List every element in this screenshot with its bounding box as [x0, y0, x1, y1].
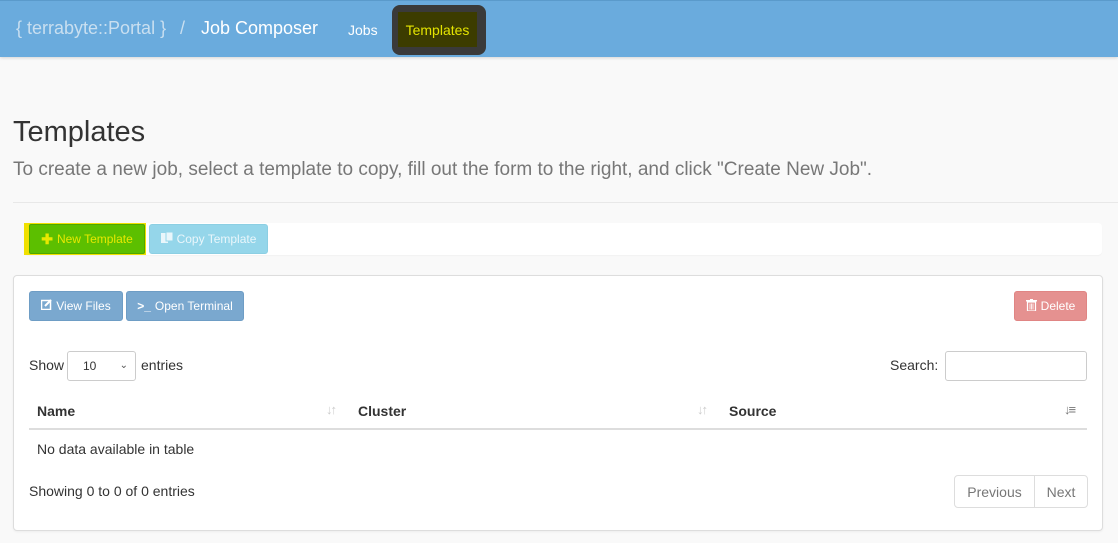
sort-desc-icon[interactable]: ↓≡	[1064, 402, 1076, 417]
open-terminal-button[interactable]: >_ Open Terminal	[126, 291, 244, 321]
page-subtitle: To create a new job, select a template t…	[13, 159, 873, 180]
copy-template-label: Copy Template	[176, 232, 257, 246]
chevron-down-icon: ⌄	[119, 360, 128, 371]
app-title[interactable]: Job Composer	[201, 18, 318, 39]
previous-page-button[interactable]: Previous	[955, 476, 1035, 507]
column-header-name[interactable]: Name	[37, 393, 75, 428]
open-terminal-label: Open Terminal	[154, 299, 233, 313]
page-length-select[interactable]: 10 ⌄	[67, 351, 136, 381]
search-label: Search:	[890, 357, 939, 373]
breadcrumb-separator: /	[180, 18, 186, 38]
empty-table-message: No data available in table	[37, 441, 195, 457]
copy-icon	[160, 231, 174, 247]
divider	[13, 202, 1118, 203]
table-header: Name ↓↑ Cluster ↓↑ Source ↓≡	[29, 393, 1087, 430]
nav-templates-highlight: Templates	[392, 5, 486, 55]
delete-button[interactable]: Delete	[1014, 291, 1087, 321]
search-input[interactable]	[945, 351, 1087, 381]
template-toolbar: ✚ New Template Copy Template	[24, 223, 1102, 255]
new-template-highlight: ✚ New Template	[24, 223, 146, 255]
terminal-icon: >_	[137, 299, 151, 313]
page-length-value: 10	[83, 359, 97, 373]
next-page-button[interactable]: Next	[1035, 476, 1087, 507]
sort-both-icon[interactable]: ↓↑	[326, 402, 337, 417]
templates-panel: View Files >_ Open Terminal Delete Show …	[13, 275, 1103, 531]
nav-templates-link[interactable]: Templates	[398, 12, 477, 47]
brand-logo[interactable]: { terrabyte::Portal }	[16, 18, 166, 39]
nav-jobs-link[interactable]: Jobs	[348, 22, 378, 38]
new-template-button[interactable]: ✚ New Template	[29, 224, 145, 254]
copy-template-button[interactable]: Copy Template	[149, 224, 268, 254]
table-info: Showing 0 to 0 of 0 entries	[29, 483, 195, 499]
new-template-label: New Template	[56, 232, 133, 246]
entries-label: entries	[141, 357, 184, 373]
sort-both-icon[interactable]: ↓↑	[697, 402, 708, 417]
navbar: { terrabyte::Portal } / Job Composer Job…	[0, 0, 1118, 57]
view-files-label: View Files	[56, 299, 111, 313]
show-label: Show	[29, 357, 65, 373]
edit-icon	[41, 299, 52, 313]
delete-label: Delete	[1040, 299, 1076, 313]
plus-icon: ✚	[41, 230, 53, 247]
trash-icon	[1025, 298, 1037, 314]
page-title: Templates	[13, 116, 146, 148]
column-header-cluster[interactable]: Cluster	[358, 393, 406, 428]
view-files-button[interactable]: View Files	[29, 291, 123, 321]
column-header-source[interactable]: Source	[729, 393, 776, 428]
pagination: Previous Next	[954, 475, 1088, 508]
